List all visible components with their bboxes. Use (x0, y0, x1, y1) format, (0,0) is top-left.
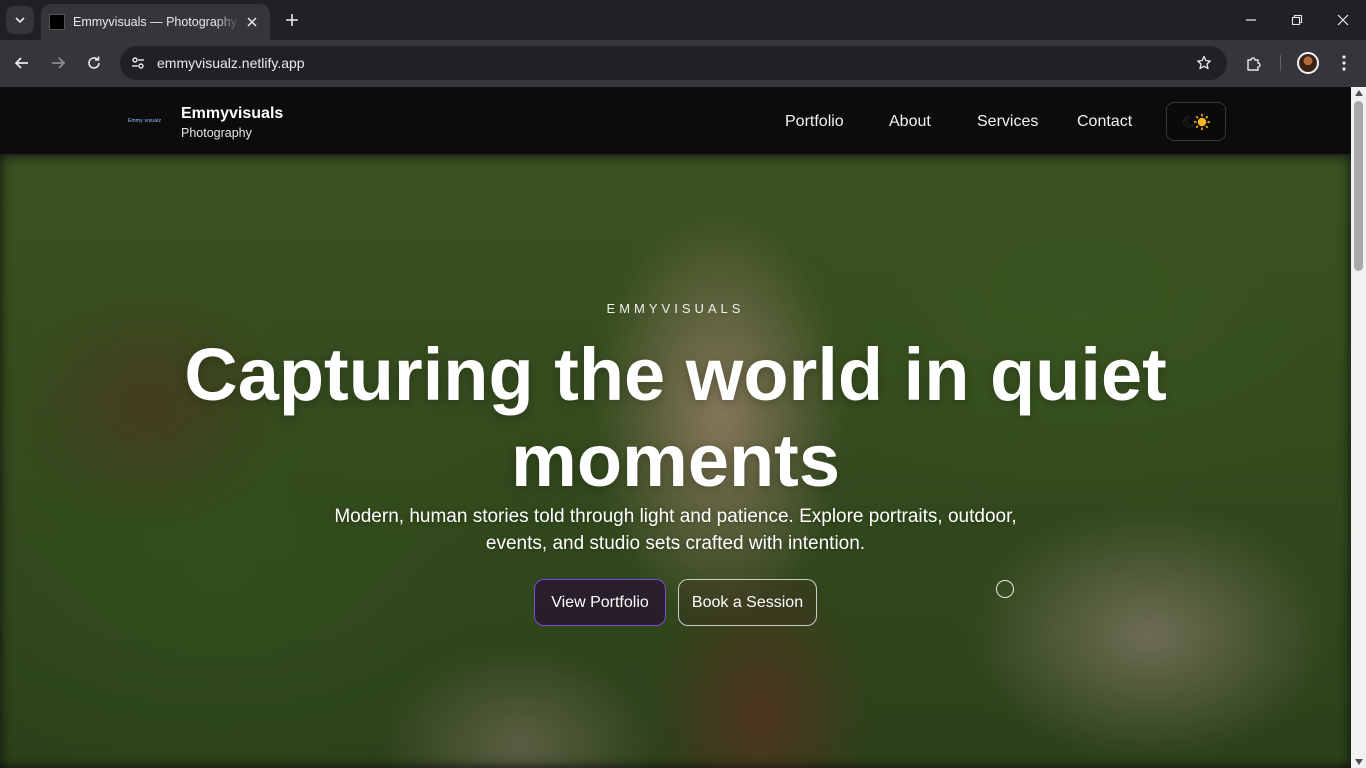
browser-tabstrip: Emmyvisuals — Photography Portfolio (0, 0, 1366, 40)
view-portfolio-button[interactable]: View Portfolio (534, 579, 666, 626)
browser-menu-button[interactable] (1329, 48, 1359, 78)
close-icon (247, 17, 257, 27)
minimize-button[interactable] (1228, 0, 1274, 40)
nav-link-about[interactable]: About (889, 113, 931, 131)
arrow-left-icon (14, 57, 28, 69)
toolbar-divider (1280, 55, 1281, 71)
nav-link-contact[interactable]: Contact (1077, 113, 1132, 131)
back-button[interactable] (7, 48, 37, 78)
hero-subcopy: Modern, human stories told through light… (334, 506, 1017, 554)
brand-tagline: Photography (181, 126, 252, 140)
theme-toggle-button[interactable] (1166, 102, 1226, 141)
nav-link-services[interactable]: Services (977, 113, 1038, 131)
reload-button[interactable] (79, 48, 109, 78)
scroll-down-arrow-icon[interactable] (1355, 759, 1363, 765)
tab-close-button[interactable] (244, 14, 260, 30)
book-session-button[interactable]: Book a Session (678, 579, 817, 626)
url-text[interactable]: emmyvisualz.netlify.app (157, 55, 305, 71)
address-bar[interactable]: emmyvisualz.netlify.app (120, 46, 1227, 80)
reload-icon (88, 56, 100, 69)
site-logo[interactable]: Emmy visualz (128, 117, 170, 125)
scroll-up-arrow-icon[interactable] (1355, 90, 1363, 96)
hero-eyebrow: EMMYVISUALS (606, 301, 745, 316)
puzzle-icon (1247, 57, 1261, 71)
sun-icon (1194, 113, 1210, 130)
bookmark-button[interactable] (1193, 52, 1215, 74)
tab-search-button[interactable] (6, 6, 34, 34)
new-tab-button[interactable] (280, 8, 304, 32)
more-vert-icon (1342, 55, 1346, 71)
chevron-down-icon (15, 17, 25, 24)
close-icon (1337, 14, 1349, 26)
forward-button[interactable] (43, 48, 73, 78)
plus-icon (286, 14, 298, 26)
scrollbar-thumb[interactable] (1354, 101, 1363, 271)
browser-tab-active[interactable]: Emmyvisuals — Photography Portfolio (41, 4, 270, 40)
site-favicon-icon (49, 14, 65, 30)
tab-title: Emmyvisuals — Photography Portfolio (73, 15, 240, 29)
extensions-button[interactable] (1239, 48, 1269, 78)
minimize-icon (1246, 19, 1256, 21)
site-navbar: Emmy visualz Emmyvisuals Photography Por… (0, 87, 1351, 155)
close-window-button[interactable] (1320, 0, 1366, 40)
hero-headline: Capturing the world in quiet moments (184, 333, 1167, 502)
profile-avatar[interactable] (1297, 52, 1319, 74)
page-scrollbar[interactable] (1351, 87, 1366, 768)
custom-cursor-ring (996, 580, 1014, 598)
site-info-button[interactable] (126, 51, 150, 75)
star-icon (1197, 55, 1211, 70)
restore-icon (1291, 14, 1303, 26)
tune-icon (132, 57, 144, 69)
arrow-right-icon (52, 57, 66, 69)
nav-link-portfolio[interactable]: Portfolio (785, 113, 844, 131)
brand-name[interactable]: Emmyvisuals (181, 105, 283, 123)
web-page: Emmy visualz Emmyvisuals Photography Por… (0, 87, 1351, 768)
restore-button[interactable] (1274, 0, 1320, 40)
